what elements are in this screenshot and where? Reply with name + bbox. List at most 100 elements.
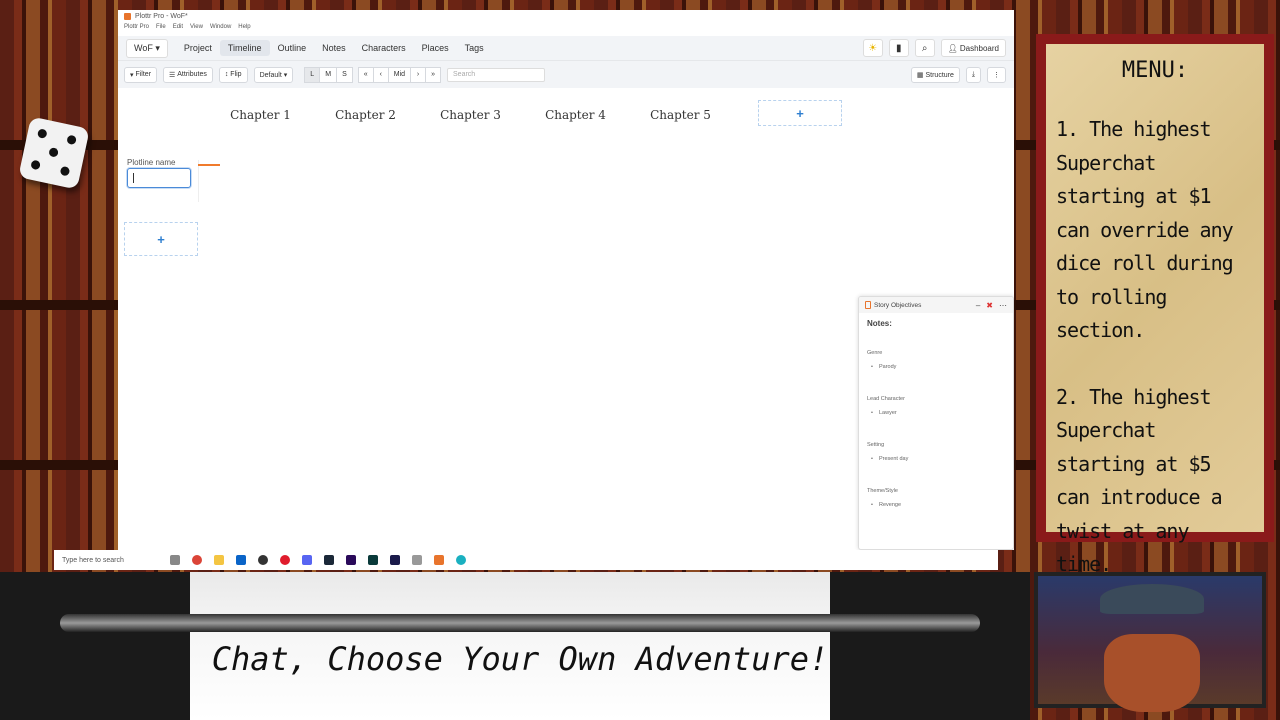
chapter-heading[interactable]: Chapter 2 bbox=[313, 108, 418, 122]
tab-timeline[interactable]: Timeline bbox=[219, 40, 270, 56]
file-explorer-icon[interactable] bbox=[214, 555, 224, 565]
structure-button[interactable]: ▦ Structure bbox=[910, 67, 960, 83]
parchment: MENU: 1. The highest Superchat starting … bbox=[1046, 44, 1264, 576]
more-menu-icon[interactable]: ⋯ bbox=[999, 301, 1007, 310]
menu-title: MENU: bbox=[1121, 58, 1189, 83]
app-icon[interactable] bbox=[412, 555, 422, 565]
objective-label: Genre bbox=[867, 350, 883, 356]
search-input[interactable]: Search bbox=[447, 67, 546, 82]
scroll-first-button[interactable]: « bbox=[357, 66, 374, 83]
chapter-heading[interactable]: Chapter 5 bbox=[628, 108, 733, 122]
tab-tags[interactable]: Tags bbox=[457, 40, 492, 56]
discord-icon[interactable] bbox=[302, 555, 312, 565]
plotline-name-input[interactable] bbox=[127, 168, 191, 188]
objective-label: Lead Character bbox=[867, 396, 905, 402]
chrome-icon[interactable] bbox=[192, 555, 202, 565]
main-nav: WoF ▾ Project Timeline Outline Notes Cha… bbox=[118, 36, 1014, 60]
stream-caption: Chat, Choose Your Own Adventure! bbox=[211, 640, 829, 678]
objective-value: Lawyer bbox=[871, 410, 1005, 416]
plottr-app-icon bbox=[124, 13, 131, 20]
objective-value: Revenge bbox=[871, 502, 1005, 508]
project-dropdown[interactable]: WoF ▾ bbox=[126, 38, 168, 58]
after-effects-icon[interactable] bbox=[390, 555, 400, 565]
panel-header: Story Objectives – ✖ ⋯ bbox=[859, 297, 1013, 313]
plotline-color-line bbox=[198, 164, 220, 166]
divider bbox=[198, 160, 199, 202]
add-plotline-button[interactable]: + bbox=[124, 222, 198, 256]
menu-plottr-pro[interactable]: Plottr Pro bbox=[124, 24, 149, 30]
plotline-name-label: Plotline name bbox=[127, 158, 176, 167]
menu-help[interactable]: Help bbox=[238, 24, 250, 30]
filter-button[interactable]: ▾ Filter bbox=[124, 66, 158, 83]
plottr-taskbar-icon[interactable] bbox=[434, 555, 444, 565]
steam-icon[interactable] bbox=[324, 555, 334, 565]
notes-header: Notes: bbox=[867, 319, 892, 328]
obs-icon[interactable] bbox=[258, 555, 268, 565]
menu-window[interactable]: Window bbox=[210, 24, 231, 30]
panel-title: Story Objectives bbox=[874, 301, 922, 309]
objective-value: Present day bbox=[871, 456, 1005, 462]
bookmark-icon[interactable]: ▮ bbox=[888, 39, 909, 57]
outlook-icon[interactable] bbox=[236, 555, 246, 565]
scroll-last-button[interactable]: » bbox=[425, 66, 442, 83]
note-icon bbox=[865, 301, 871, 309]
taskbar-search[interactable]: Type here to search bbox=[62, 557, 158, 564]
filter-label: Filter bbox=[135, 71, 152, 78]
add-chapter-button[interactable]: + bbox=[758, 100, 842, 126]
story-objectives-panel: Story Objectives – ✖ ⋯ Notes: Genre Paro… bbox=[858, 296, 1014, 550]
title-bar: Plottr Pro - WoF* Plottr Pro File Edit V… bbox=[118, 10, 1014, 36]
flip-label: Flip bbox=[230, 71, 242, 78]
webcam-feed bbox=[1034, 572, 1266, 712]
scroll-mid-button[interactable]: Mid bbox=[387, 66, 412, 83]
opera-icon[interactable] bbox=[280, 555, 290, 565]
size-small-button[interactable]: S bbox=[336, 66, 353, 83]
default-dropdown[interactable]: Default ▾ bbox=[253, 66, 294, 83]
objective-label: Theme/Style bbox=[867, 488, 898, 494]
objective-value: Parody bbox=[871, 364, 1005, 370]
tab-project[interactable]: Project bbox=[176, 40, 220, 56]
premiere-icon[interactable] bbox=[346, 555, 356, 565]
menu-rule: 1. The highest Superchat starting at $1 … bbox=[1056, 117, 1234, 342]
tab-places[interactable]: Places bbox=[414, 40, 457, 56]
menu-file[interactable]: File bbox=[156, 24, 166, 30]
export-icon[interactable]: ⤓ bbox=[965, 67, 981, 83]
size-large-button[interactable]: L bbox=[304, 66, 321, 83]
menu-rule: 2. The highest Superchat starting at $5 … bbox=[1056, 384, 1223, 577]
audition-icon[interactable] bbox=[368, 555, 378, 565]
more-menu-icon[interactable]: ⋮ bbox=[987, 67, 1006, 83]
menu-edit[interactable]: Edit bbox=[173, 24, 183, 30]
structure-label: Structure bbox=[925, 71, 954, 79]
size-medium-button[interactable]: M bbox=[319, 66, 338, 83]
menu-overlay: MENU: 1. The highest Superchat starting … bbox=[1036, 34, 1274, 576]
objective-label: Setting bbox=[867, 442, 885, 448]
task-view-icon[interactable] bbox=[170, 555, 180, 565]
attributes-label: Attributes bbox=[177, 71, 207, 78]
menu-view[interactable]: View bbox=[190, 24, 203, 30]
menu-bar: Plottr Pro File Edit View Window Help bbox=[124, 24, 1008, 30]
text-caret bbox=[133, 173, 134, 183]
timeline-toolbar: ▾ Filter ☰ Attributes ↕ Flip Default ▾ L… bbox=[118, 60, 1014, 88]
tab-notes[interactable]: Notes bbox=[314, 40, 354, 56]
theme-sun-icon[interactable]: ☀ bbox=[862, 39, 883, 57]
chapter-heading[interactable]: Chapter 3 bbox=[418, 108, 523, 122]
attributes-button[interactable]: ☰ Attributes bbox=[163, 66, 213, 83]
tab-outline[interactable]: Outline bbox=[270, 40, 315, 56]
chapter-heading[interactable]: Chapter 1 bbox=[208, 108, 313, 122]
scroll-prev-button[interactable]: ‹ bbox=[372, 66, 389, 83]
search-icon[interactable]: ⌕ bbox=[914, 39, 935, 57]
chapter-header-row: Chapter 1 Chapter 2 Chapter 3 Chapter 4 … bbox=[208, 108, 733, 122]
scroll-next-button[interactable]: › bbox=[410, 66, 427, 83]
user-icon: 👤︎ bbox=[947, 43, 958, 53]
dashboard-button[interactable]: 👤︎ Dashboard bbox=[940, 39, 1006, 57]
streamer-cap bbox=[1100, 584, 1204, 614]
app-icon[interactable] bbox=[456, 555, 466, 565]
flip-button[interactable]: ↕ Flip bbox=[218, 66, 248, 83]
tab-characters[interactable]: Characters bbox=[354, 40, 414, 56]
panel-body: Notes: Genre Parody Lead Character Lawye… bbox=[859, 313, 1013, 540]
typewriter-roller bbox=[60, 614, 980, 632]
dashboard-label: Dashboard bbox=[959, 43, 999, 53]
chapter-heading[interactable]: Chapter 4 bbox=[523, 108, 628, 122]
pin-icon[interactable]: ✖ bbox=[986, 301, 993, 310]
minimize-icon[interactable]: – bbox=[976, 301, 980, 310]
dice-icon bbox=[18, 116, 90, 190]
